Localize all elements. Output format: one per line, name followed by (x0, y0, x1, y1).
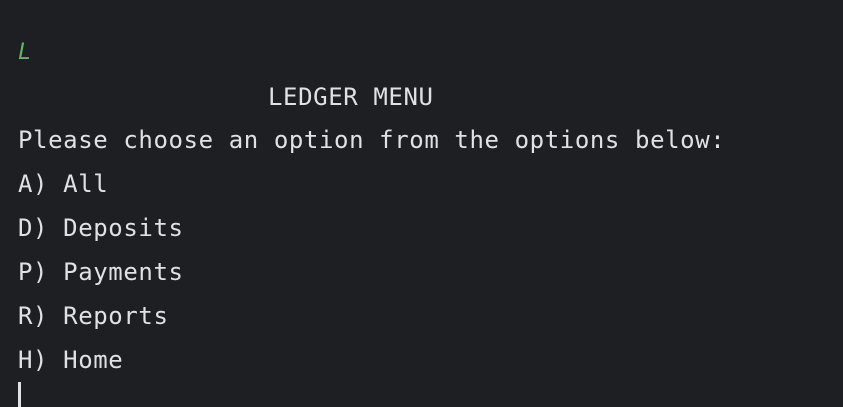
menu-option-deposits: D) Deposits (18, 214, 184, 242)
text-cursor[interactable] (18, 382, 21, 407)
menu-prompt: Please choose an option from the options… (18, 126, 726, 154)
menu-title: LEDGER MENU (268, 83, 434, 111)
user-input-echo: L (18, 40, 32, 65)
menu-option-all: A) All (18, 170, 109, 198)
menu-option-reports: R) Reports (18, 302, 169, 330)
menu-option-payments: P) Payments (18, 258, 184, 286)
terminal-output[interactable]: L LEDGER MENU Please choose an option fr… (0, 0, 843, 407)
menu-option-home: H) Home (18, 346, 124, 374)
